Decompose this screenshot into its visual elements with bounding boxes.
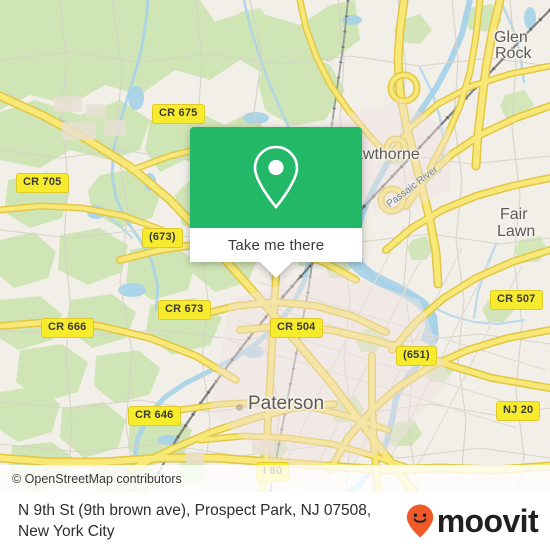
footer-bar: N 9th St (9th brown ave), Prospect Park,… [0,492,550,550]
address-line-1: N 9th St (9th brown ave), Prospect Park,… [18,501,372,519]
osm-attribution-text[interactable]: © OpenStreetMap contributors [12,472,182,486]
place-label-glen: Glen [494,29,528,46]
callout-pointer-tail [259,261,293,278]
route-shield-651[interactable]: (651) [396,346,437,366]
location-callout[interactable]: Take me there [190,127,362,278]
map-attribution-bar: © OpenStreetMap contributors [0,465,550,492]
moovit-wordmark: moovit [436,503,539,539]
map-canvas[interactable]: CR 675 CR 705 (673) CR 673 CR 666 CR 646… [0,0,550,492]
moovit-map-card: CR 675 CR 705 (673) CR 673 CR 666 CR 646… [0,0,550,550]
route-shield-cr705[interactable]: CR 705 [16,173,69,193]
route-shield-nj20[interactable]: NJ 20 [496,401,541,421]
moovit-brand[interactable]: moovit [405,503,539,539]
address-block: N 9th St (9th brown ave), Prospect Park,… [18,500,405,543]
map-pin-icon [253,145,299,209]
route-shield-cr646[interactable]: CR 646 [128,406,181,426]
route-shield-cr504[interactable]: CR 504 [270,318,323,338]
route-shield-cr507[interactable]: CR 507 [490,290,543,310]
address-line-2: New York City [18,523,115,540]
place-label-fair: Fair [500,206,528,223]
place-label-paterson: Paterson [248,393,325,414]
route-shield-cr675[interactable]: CR 675 [152,104,205,124]
route-shield-673[interactable]: (673) [142,228,183,248]
place-label-rock: Rock [495,45,532,62]
city-marker-dot [236,404,243,411]
place-label-hawthorne: awthorne [354,146,420,163]
place-label-lawn: Lawn [497,223,536,240]
callout-action[interactable]: Take me there [190,228,362,262]
callout-header [190,127,362,228]
moovit-smiley-pin-icon [406,504,433,538]
take-me-there-label: Take me there [227,236,325,254]
route-shield-cr666[interactable]: CR 666 [41,318,94,338]
route-shield-cr673[interactable]: CR 673 [158,300,211,320]
